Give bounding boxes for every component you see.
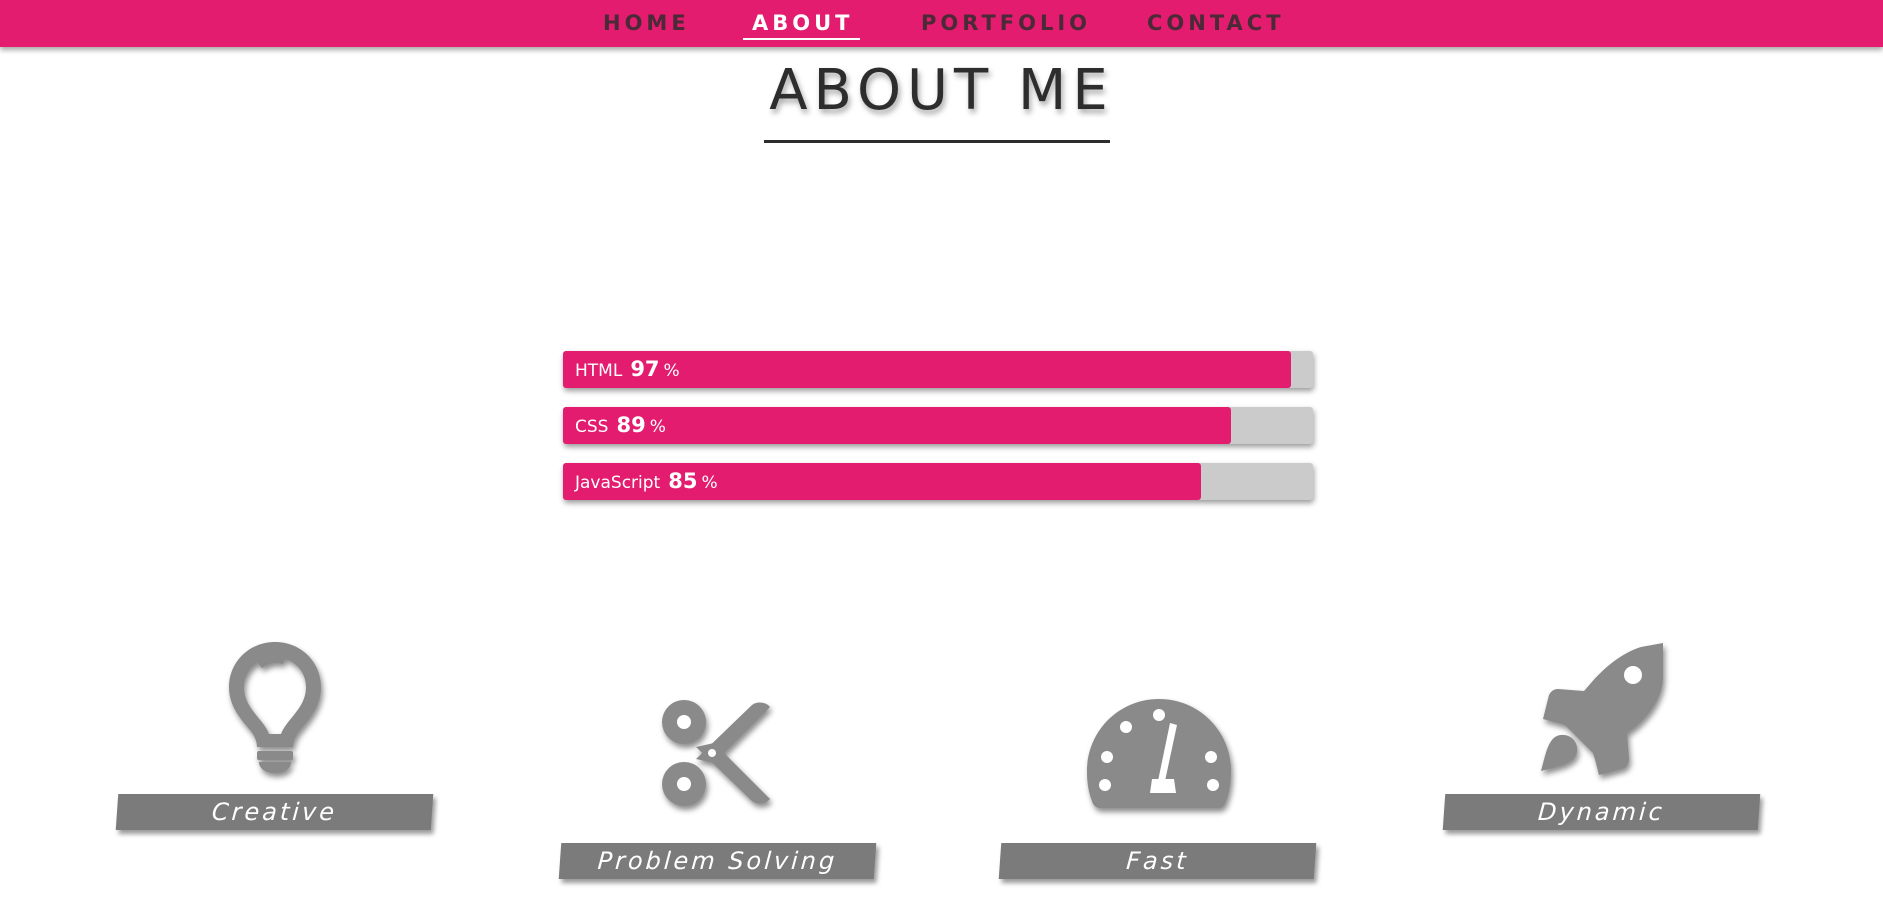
nav-home-link[interactable]: HOME [603, 0, 686, 47]
title-underline [764, 140, 1110, 143]
skill-percent-unit: % [663, 361, 680, 381]
speedometer-icon [1087, 699, 1231, 808]
skill-bar-html: HTML 97% [563, 351, 1313, 388]
skill-percent-unit: % [701, 473, 718, 493]
feature-label-fast: Fast [998, 843, 1317, 879]
feature-label-problem-solving: Problem Solving [558, 843, 877, 879]
skill-name: HTML [575, 361, 623, 381]
nav-contact-link[interactable]: CONTACT [1147, 0, 1281, 47]
skill-bar-css: CSS 89% [563, 407, 1313, 444]
skill-label: JavaScript 85% [575, 463, 718, 500]
skill-name: JavaScript [575, 473, 661, 493]
lightbulb-icon [229, 642, 321, 773]
scissors-icon [662, 700, 770, 806]
skill-name: CSS [575, 417, 609, 437]
skill-label: HTML 97% [575, 351, 680, 388]
skill-label: CSS 89% [575, 407, 666, 444]
page-title: ABOUT ME [769, 58, 1114, 123]
skill-bar-javascript: JavaScript 85% [563, 463, 1313, 500]
rocket-icon [1541, 643, 1663, 775]
nav-portfolio-link[interactable]: PORTFOLIO [921, 0, 1087, 47]
navbar: HOME ABOUT PORTFOLIO CONTACT [0, 0, 1883, 47]
skill-percent: 97 [630, 357, 660, 381]
feature-label-creative: Creative [115, 794, 434, 830]
skill-percent: 89 [616, 413, 646, 437]
nav-active-underline [743, 38, 860, 40]
skill-percent: 85 [668, 469, 698, 493]
feature-label-dynamic: Dynamic [1442, 794, 1761, 830]
skill-percent-unit: % [649, 417, 666, 437]
